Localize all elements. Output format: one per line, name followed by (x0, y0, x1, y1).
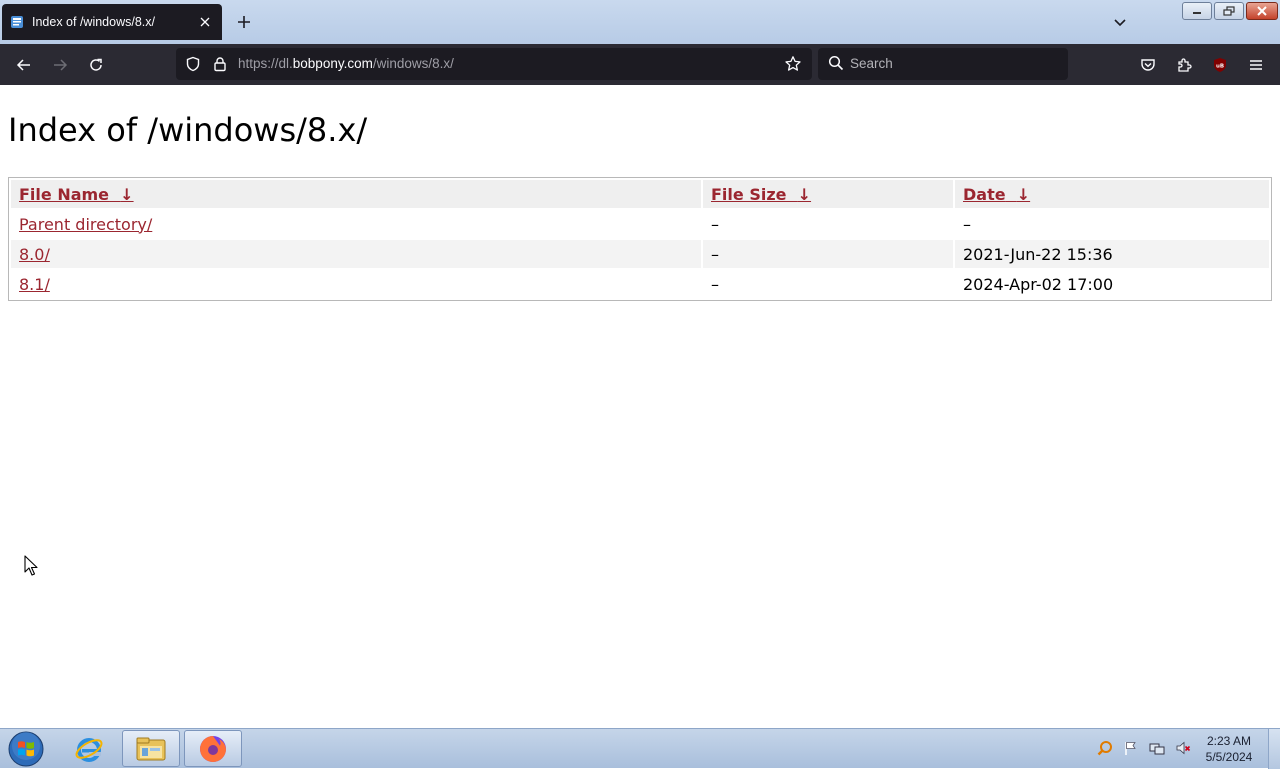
ublock-origin-icon[interactable]: uB (1205, 50, 1235, 80)
sort-arrow-icon: ↓ (797, 184, 812, 204)
sort-by-date-link[interactable]: Date ↓ (963, 185, 1030, 204)
table-row: 8.1/ – 2024-Apr-02 17:00 (11, 270, 1269, 298)
date-cell: 2021-Jun-22 15:36 (955, 240, 1269, 268)
url-path: /windows/8.x/ (372, 56, 454, 71)
network-icon[interactable] (1148, 739, 1166, 757)
page-title: Index of /windows/8.x/ (8, 111, 368, 149)
column-header-date: Date ↓ (955, 180, 1269, 208)
parent-directory-link[interactable]: Parent directory/ (19, 215, 152, 234)
folder-8-0-link[interactable]: 8.0/ (19, 245, 50, 264)
start-button[interactable] (6, 730, 46, 768)
header-label: File Name (19, 184, 110, 204)
clock-time: 2:23 AM (1206, 734, 1252, 748)
internet-explorer-icon[interactable] (60, 730, 118, 767)
hamburger-menu-icon[interactable] (1241, 50, 1271, 80)
close-window-button[interactable] (1246, 2, 1278, 20)
tracking-protection-shield-icon[interactable] (184, 55, 202, 73)
firefox-icon[interactable] (184, 730, 242, 767)
file-name-cell: 8.0/ (11, 240, 701, 268)
bookmark-star-icon[interactable] (784, 55, 802, 73)
window-controls (1182, 2, 1278, 22)
svg-text:uB: uB (1216, 64, 1224, 70)
url-host: bobpony.com (292, 56, 373, 71)
table-row: Parent directory/ – – (11, 210, 1269, 238)
tab-strip: Index of /windows/8.x/ (0, 0, 1280, 44)
column-header-file-name: File Name ↓ (11, 180, 701, 208)
minimize-button[interactable] (1182, 2, 1212, 20)
table-row: 8.0/ – 2021-Jun-22 15:36 (11, 240, 1269, 268)
tab-title: Index of /windows/8.x/ (32, 15, 155, 29)
back-button[interactable] (9, 50, 39, 80)
page-content: Index of /windows/8.x/ File Name ↓ File … (0, 85, 1280, 728)
sort-arrow-icon: ↓ (120, 184, 134, 204)
clock-date: 5/5/2024 (1205, 750, 1253, 764)
extensions-puzzle-icon[interactable] (1169, 50, 1199, 80)
url-prefix: https://dl. (238, 56, 293, 71)
page-favicon-icon (10, 15, 24, 29)
list-all-tabs-chevron-down-icon[interactable] (1108, 10, 1132, 34)
file-size-cell: – (703, 240, 953, 268)
date-cell: – (963, 214, 971, 234)
column-header-file-size: File Size ↓ (703, 180, 953, 208)
reload-button[interactable] (81, 50, 111, 80)
lock-icon[interactable] (211, 55, 229, 73)
navigation-toolbar: https://dl.bobpony.com/windows/8.x/ Sear… (0, 44, 1280, 85)
file-size-cell: – (711, 274, 719, 294)
browser-tab[interactable]: Index of /windows/8.x/ (2, 4, 222, 40)
url-text[interactable]: https://dl.bobpony.com/windows/8.x/ (238, 56, 454, 71)
search-placeholder: Search (850, 56, 893, 71)
mouse-pointer-icon (24, 555, 38, 581)
search-tray-icon[interactable] (1096, 739, 1114, 757)
close-tab-icon[interactable] (196, 13, 214, 31)
date-cell: 2024-Apr-02 17:00 (963, 274, 1114, 294)
sort-by-file-name-link[interactable]: File Name ↓ (19, 185, 134, 204)
address-bar[interactable]: https://dl.bobpony.com/windows/8.x/ (176, 48, 812, 80)
search-bar[interactable]: Search (818, 48, 1068, 80)
sort-arrow-icon: ↓ (1016, 184, 1031, 204)
restore-button[interactable] (1214, 2, 1244, 20)
file-explorer-icon[interactable] (122, 730, 180, 767)
folder-8-1-link[interactable]: 8.1/ (19, 275, 50, 294)
directory-listing-table: File Name ↓ File Size ↓ Date ↓ Parent di… (8, 177, 1272, 301)
header-label: File Size (711, 184, 787, 204)
new-tab-button[interactable] (232, 10, 256, 34)
taskbar-clock[interactable]: 2:23 AM 5/5/2024 (1196, 733, 1262, 765)
file-name-cell: 8.1/ (11, 270, 701, 298)
windows-taskbar: 2:23 AM 5/5/2024 (0, 728, 1280, 769)
pocket-icon[interactable] (1133, 50, 1163, 80)
search-icon (828, 55, 846, 73)
forward-button[interactable] (45, 50, 75, 80)
file-name-cell: Parent directory/ (11, 210, 701, 238)
table-header-row: File Name ↓ File Size ↓ Date ↓ (11, 180, 1269, 208)
system-tray (1096, 739, 1192, 757)
sort-by-file-size-link[interactable]: File Size ↓ (711, 185, 811, 204)
file-size-cell: – (711, 214, 719, 234)
action-center-flag-icon[interactable] (1122, 739, 1140, 757)
header-label: Date (963, 184, 1006, 204)
show-desktop-button[interactable] (1268, 729, 1280, 769)
volume-muted-icon[interactable] (1174, 739, 1192, 757)
